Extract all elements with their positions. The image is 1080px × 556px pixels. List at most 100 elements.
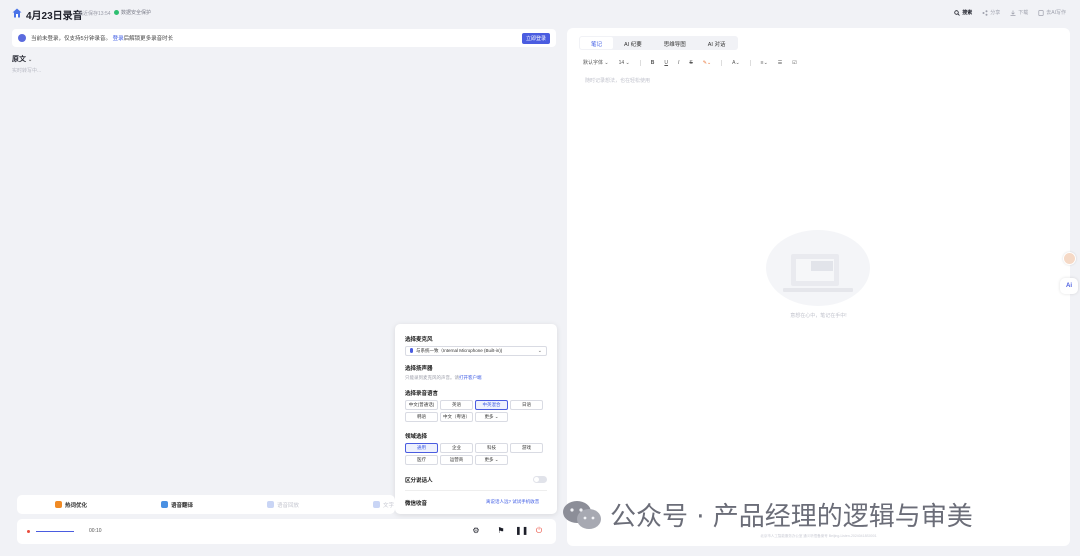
search-icon bbox=[954, 9, 961, 16]
phone-record-link[interactable]: 离说话人远? 试试手机收音 bbox=[486, 499, 539, 505]
editor-toolbar: 默认字体 ⌄ 14 ⌄ B U I S ✎⌄ A⌄ ≡⌄ ☰ ☑ bbox=[583, 59, 797, 66]
share-icon bbox=[982, 9, 988, 16]
flag-icon[interactable]: ⚑ bbox=[496, 526, 506, 536]
stop-power-icon[interactable]: ⏻ bbox=[534, 526, 544, 536]
domain-option[interactable]: 企业 bbox=[440, 443, 473, 453]
transcript-hint: 实时转写中... bbox=[12, 68, 42, 74]
speaker-distinguish-toggle[interactable] bbox=[533, 476, 547, 483]
domain-option[interactable]: 科技 bbox=[475, 443, 508, 453]
underline-button[interactable]: U bbox=[664, 60, 668, 66]
secure-badge: 数据安全保护 bbox=[114, 9, 151, 16]
tab-mindmap[interactable]: 思维导图 bbox=[653, 37, 697, 49]
mic-select[interactable]: 与系统一致（Internal Microphone (Built-in)) ⌄ bbox=[405, 346, 547, 356]
mic-title: 选择麦克风 bbox=[405, 337, 433, 343]
language-option[interactable]: 中文(普通话) bbox=[405, 400, 438, 410]
domain-option[interactable]: 医疗 bbox=[405, 455, 438, 465]
top-bar: 4月23日录音 最近保存13:54 数据安全保护 搜索 分享 下载 去AI写作 bbox=[0, 0, 1080, 26]
tab-notes[interactable]: 笔记 bbox=[580, 37, 614, 49]
notes-panel: 笔记 AI 纪要 思维导图 AI 对话 默认字体 ⌄ 14 ⌄ B U I S … bbox=[567, 28, 1070, 546]
tab-ai-summary[interactable]: AI 纪要 bbox=[613, 37, 653, 49]
language-more[interactable]: 更多 ⌄ bbox=[475, 412, 508, 422]
language-option[interactable]: 韩语 bbox=[405, 412, 438, 422]
recording-dot-icon bbox=[27, 530, 30, 533]
language-options: 中文(普通话) 英语 中英混合 日语 韩语 中文（粤语） 更多 ⌄ bbox=[405, 400, 543, 422]
feature-bar: 热词优化 语音翻译 语音回放 文字 bbox=[17, 495, 395, 514]
hotword-icon bbox=[55, 501, 62, 508]
toolbar-divider bbox=[721, 59, 723, 66]
ai-assistant-button[interactable]: Ai bbox=[1060, 278, 1078, 294]
font-color-icon[interactable]: A⌄ bbox=[732, 60, 740, 66]
wechat-icon bbox=[563, 500, 601, 529]
shield-icon bbox=[18, 34, 26, 42]
ai-write-button[interactable]: 去AI写作 bbox=[1038, 9, 1066, 16]
chevron-down-icon: ⌄ bbox=[537, 348, 542, 354]
font-select[interactable]: 默认字体 ⌄ bbox=[583, 59, 609, 66]
ai-icon: Ai bbox=[1066, 283, 1072, 289]
playback-button[interactable]: 语音回放 bbox=[267, 501, 299, 509]
notes-tabs: 笔记 AI 纪要 思维导图 AI 对话 bbox=[579, 36, 738, 50]
watermark: 公众号 · 产品经理的逻辑与审美 bbox=[562, 496, 973, 533]
text-icon bbox=[373, 501, 380, 508]
open-client-link[interactable]: 打开客户端 bbox=[459, 375, 482, 380]
language-option[interactable]: 中文（粤语） bbox=[440, 412, 473, 422]
speaker-distinguish-label: 区分说话人 bbox=[405, 478, 433, 484]
translate-button[interactable]: 语音翻译 bbox=[161, 501, 193, 509]
domain-option[interactable]: 运营商 bbox=[440, 455, 473, 465]
share-button[interactable]: 分享 bbox=[982, 9, 1000, 16]
divider bbox=[405, 490, 547, 491]
chevron-down-icon: ⌄ bbox=[27, 57, 33, 63]
language-option[interactable]: 中英混合 bbox=[475, 400, 508, 410]
shield-check-icon bbox=[114, 10, 119, 15]
waveform bbox=[36, 531, 74, 532]
tab-ai-chat[interactable]: AI 对话 bbox=[697, 37, 737, 49]
domain-option[interactable]: 通用 bbox=[405, 443, 438, 453]
language-option[interactable]: 英语 bbox=[440, 400, 473, 410]
domain-title: 领域选择 bbox=[405, 434, 428, 440]
strikethrough-button[interactable]: S bbox=[689, 60, 692, 66]
settings-gear-icon[interactable]: ⚙ bbox=[471, 526, 481, 536]
transcript-title[interactable]: 原文 ⌄ bbox=[12, 54, 32, 64]
wechat-label: 微信收音 bbox=[405, 501, 428, 507]
pause-icon[interactable]: ❚❚ bbox=[515, 526, 528, 536]
recording-settings-popup: 选择麦克风 与系统一致（Internal Microphone (Built-i… bbox=[395, 324, 557, 514]
saved-time: 最近保存13:54 bbox=[78, 11, 111, 17]
download-button[interactable]: 下载 bbox=[1010, 9, 1028, 16]
empty-notes-text: 意想在心中，笔记在手中! bbox=[790, 313, 847, 319]
hotword-button[interactable]: 热词优化 bbox=[55, 501, 87, 509]
search-button[interactable]: 搜索 bbox=[954, 9, 972, 16]
ai-write-icon bbox=[1038, 9, 1044, 16]
language-title: 选择录音语言 bbox=[405, 391, 439, 397]
login-banner: 当前未登录，仅支持5分钟录音。 登录后解锁更多录音时长 立即登录 bbox=[12, 29, 556, 47]
speaker-title: 选择扬声器 bbox=[405, 366, 433, 372]
home-icon[interactable] bbox=[12, 8, 22, 18]
list-icon[interactable]: ☰ bbox=[778, 60, 782, 66]
bold-button[interactable]: B bbox=[651, 60, 655, 66]
login-now-button[interactable]: 立即登录 bbox=[521, 32, 550, 44]
align-icon[interactable]: ≡⌄ bbox=[761, 60, 768, 66]
checkbox-icon[interactable]: ☑ bbox=[792, 60, 796, 66]
footer-note: 北京市人工智能服务办公室 通义听悟备案号 Beijing-Listen-2024… bbox=[760, 534, 877, 538]
toolbar-divider bbox=[749, 59, 751, 66]
translate-icon bbox=[161, 501, 168, 508]
assistant-avatar[interactable] bbox=[1063, 252, 1076, 265]
playback-icon bbox=[267, 501, 274, 508]
microphone-icon bbox=[410, 348, 413, 353]
page-title: 4月23日录音 bbox=[26, 11, 83, 22]
top-actions: 搜索 分享 下载 去AI写作 bbox=[954, 9, 1066, 16]
editor-placeholder[interactable]: 随时记录想法，也在轻松使用 bbox=[585, 77, 650, 84]
domain-option[interactable]: 游戏 bbox=[510, 443, 543, 453]
recording-player: 00:10 ⚙ ⚑ ❚❚ ⏻ bbox=[17, 519, 556, 544]
domain-more[interactable]: 更多 ⌄ bbox=[475, 455, 508, 465]
domain-options: 通用 企业 科技 游戏 医疗 运营商 更多 ⌄ bbox=[405, 443, 543, 465]
language-option[interactable]: 日语 bbox=[510, 400, 543, 410]
download-icon bbox=[1010, 10, 1016, 16]
empty-notes-illustration bbox=[766, 230, 870, 306]
highlight-icon[interactable]: ✎⌄ bbox=[703, 60, 711, 66]
size-select[interactable]: 14 ⌄ bbox=[619, 60, 630, 66]
toolbar-divider bbox=[639, 59, 641, 66]
text-button[interactable]: 文字 bbox=[373, 501, 394, 509]
login-link[interactable]: 登录 bbox=[113, 36, 124, 42]
recording-time: 00:10 bbox=[89, 528, 102, 534]
speaker-note: 只能录到麦克风的声音。请打开客户端 bbox=[405, 375, 482, 380]
italic-button[interactable]: I bbox=[678, 60, 679, 66]
